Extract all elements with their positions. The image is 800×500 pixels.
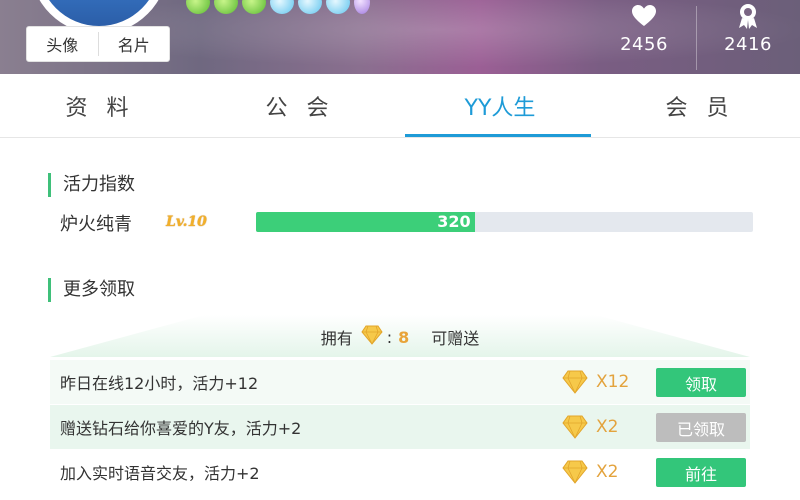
avatar-tab-group: 头像 名片: [26, 26, 170, 62]
claimed-button: 已领取: [656, 413, 746, 442]
task-row: 赠送钻石给你喜爱的Y友，活力+2 X2 已领取: [50, 405, 750, 450]
purple-gem-icon: [354, 0, 370, 14]
task-text: 赠送钻石给你喜爱的Y友，活力+2: [60, 419, 302, 438]
task-text: 昨日在线12小时，活力+12: [60, 374, 259, 393]
more-section-title: 更多领取: [48, 278, 135, 302]
task-multiplier: X12: [596, 372, 630, 392]
ribbon-badge-icon: [737, 2, 759, 30]
vitality-section-title: 活力指数: [48, 173, 135, 197]
tab-membership[interactable]: 会 员: [600, 74, 800, 137]
stat-divider: [696, 6, 697, 70]
badges-count: 2416: [724, 34, 772, 55]
owned-diamonds: 拥有 : 8 可赠送: [50, 318, 750, 356]
profile-tabs: 资 料 公 会 YY人生 会 员: [0, 74, 800, 138]
diamond-icon: [361, 325, 383, 349]
vitality-progress-value: 320: [437, 212, 471, 231]
claim-button[interactable]: 领取: [656, 368, 746, 397]
likes-count: 2456: [620, 34, 668, 55]
level-badge: Lv.10: [166, 214, 207, 230]
blue-gem-icon: [270, 0, 294, 14]
green-gem-icon: [186, 0, 210, 14]
task-multiplier: X2: [596, 417, 619, 437]
go-button[interactable]: 前往: [656, 458, 746, 487]
heart-icon: [631, 2, 657, 30]
tab-profile[interactable]: 资 料: [0, 74, 200, 137]
vitality-level-row: 炉火纯青 Lv.10 320: [60, 208, 760, 238]
likes-stat[interactable]: 2456: [594, 0, 694, 74]
owned-colon: :: [386, 327, 393, 347]
task-list: 昨日在线12小时，活力+12 X12 领取 赠送钻石给你喜爱的Y友，活力+2 X…: [50, 360, 750, 495]
owned-label: 拥有: [320, 329, 353, 348]
diamond-icon: [562, 460, 588, 488]
task-row: 昨日在线12小时，活力+12 X12 领取: [50, 360, 750, 405]
tab-yy-life[interactable]: YY人生: [400, 74, 600, 137]
green-gem-icon: [242, 0, 266, 14]
diamond-icon: [562, 415, 588, 443]
owned-suffix: 可赠送: [431, 329, 480, 348]
task-multiplier: X2: [596, 462, 619, 482]
blue-gem-icon: [298, 0, 322, 14]
avatar-tab-photo[interactable]: 头像: [27, 32, 98, 56]
green-gem-icon: [214, 0, 238, 14]
avatar-tab-card[interactable]: 名片: [97, 32, 170, 56]
vitality-progress-bar: 320: [256, 212, 753, 232]
task-text: 加入实时语音交友，活力+2: [60, 464, 260, 483]
task-row: 加入实时语音交友，活力+2 X2 前往: [50, 450, 750, 495]
diamond-icon: [562, 370, 588, 398]
owned-count: 8: [398, 327, 410, 347]
tab-guild[interactable]: 公 会: [200, 74, 400, 137]
level-gems: [186, 0, 370, 14]
blue-gem-icon: [326, 0, 350, 14]
badges-stat[interactable]: 2416: [698, 0, 798, 74]
level-name: 炉火纯青: [60, 214, 132, 235]
